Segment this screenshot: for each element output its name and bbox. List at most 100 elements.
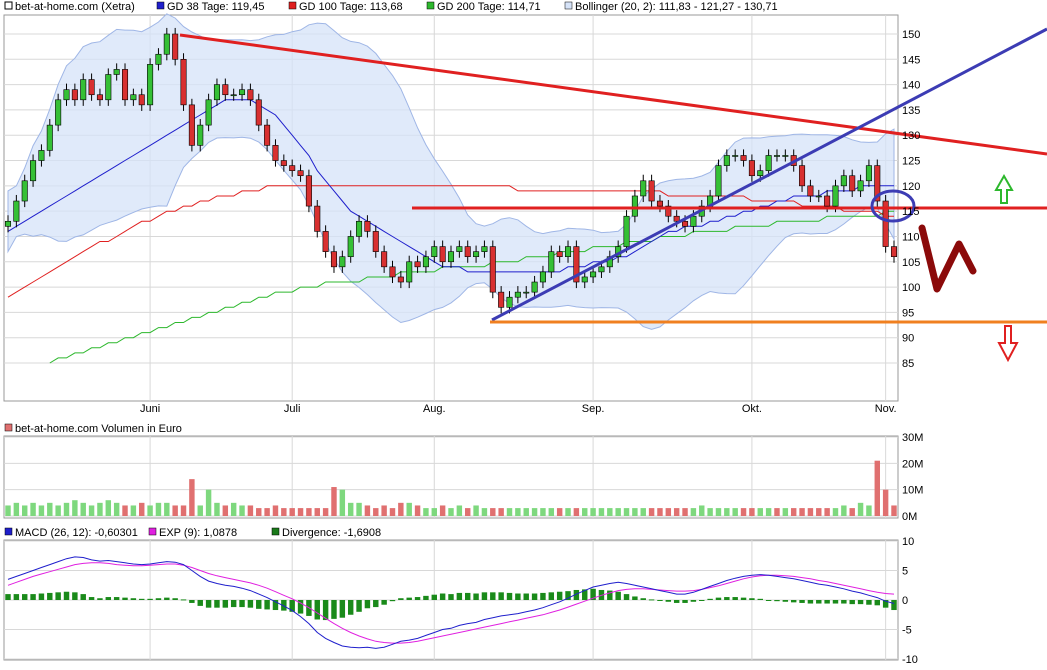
volume-bar [882, 489, 889, 516]
volume-bar [673, 508, 680, 516]
volume-bar [256, 508, 262, 516]
divergence-bar [264, 600, 270, 610]
divergence-bar [749, 598, 755, 600]
volume-bar [439, 505, 446, 516]
candle [740, 155, 747, 161]
candle [556, 251, 563, 258]
volume-bar [431, 508, 437, 516]
candle [581, 276, 588, 283]
volume-bar [281, 508, 287, 516]
candle [213, 84, 220, 101]
price-legend: bet-at-home.com (Xetra) GD 38 Tage: 119,… [4, 1, 778, 13]
volume-bar [398, 502, 404, 516]
candle [339, 256, 346, 268]
volume-bar [63, 502, 70, 516]
macd-axis-labels: 10 5 0 -5 -10 [902, 536, 918, 666]
volume-bar [531, 508, 538, 516]
divergence-bar [807, 600, 814, 604]
volume-bar [866, 505, 872, 516]
volume-bar [373, 508, 379, 516]
volume-bar [297, 508, 304, 516]
volume-swatch [4, 423, 13, 432]
legend-stock: bet-at-home.com (Xetra) [15, 1, 135, 13]
legend-swatch-gd200 [426, 1, 435, 10]
volume-bar [782, 508, 789, 516]
legend-exp: EXP (9): 1,0878 [159, 527, 237, 539]
volume-bar [573, 508, 580, 516]
candle [782, 155, 789, 157]
volume-bar [515, 508, 521, 516]
volume-bar [347, 502, 354, 516]
candle [4, 220, 12, 227]
y-tick-label: 140 [902, 80, 920, 92]
volume-bar [13, 502, 20, 516]
divergence-bar [790, 600, 797, 603]
candle [523, 291, 530, 294]
candle [464, 246, 471, 258]
volume-bar [632, 508, 638, 516]
volume-bar [665, 508, 672, 516]
volume-bar [623, 508, 630, 516]
candle [640, 180, 647, 197]
divergence-bar [481, 592, 488, 600]
candle [30, 160, 37, 182]
volume-axis-labels: 30M 20M 10M 0M [902, 432, 923, 523]
divergence-bar [55, 592, 61, 600]
candle [807, 185, 814, 197]
legend-swatch-gd38 [156, 1, 165, 10]
candle [422, 256, 429, 268]
y-tick-label: 105 [902, 257, 920, 269]
volume-bar [180, 505, 187, 516]
y-tick-label: 10 [902, 536, 914, 548]
volume-bar [172, 505, 178, 516]
volume-bar [147, 505, 153, 516]
volume-bar [774, 508, 780, 516]
volume-bar [757, 508, 763, 516]
volume-bar [22, 505, 28, 516]
divergence-bar [866, 600, 872, 605]
divergence-bar [155, 598, 162, 600]
candle [682, 220, 689, 227]
divergence-bar [164, 597, 170, 600]
candle [473, 251, 480, 258]
divergence-bar [247, 600, 254, 608]
candle [723, 155, 730, 166]
divergence-bar [841, 600, 847, 604]
y-tick-label: 85 [902, 358, 914, 370]
divergence-bar [13, 594, 20, 600]
y-tick-label: 125 [902, 156, 920, 168]
candle [322, 231, 329, 252]
volume-bar [339, 489, 346, 516]
divergence-bar [63, 591, 70, 600]
candle [439, 246, 446, 263]
x-tick-label: Juli [284, 403, 301, 415]
volume-bar [97, 502, 103, 516]
volume-bar [155, 502, 162, 516]
volume-bar [841, 505, 847, 516]
volume-bar [832, 508, 839, 516]
volume-bar [331, 487, 337, 516]
x-tick-label: Juni [140, 403, 160, 415]
volume-bar [790, 508, 797, 516]
candle [372, 231, 379, 252]
candle [414, 261, 421, 268]
volume-bar [80, 502, 86, 516]
divergence-bar [331, 600, 337, 619]
divergence-bar [707, 598, 713, 600]
volume-bar [189, 479, 195, 516]
volume-bar [389, 508, 396, 516]
divergence-bar [72, 592, 78, 600]
candle [297, 170, 304, 177]
volume-bar [490, 508, 496, 516]
price-panel: 859095100105110115120125130135140145150 … [3, 13, 1047, 415]
divergence-bar [657, 600, 663, 601]
divergence-bar [347, 600, 354, 615]
volume-bar [682, 508, 688, 516]
legend-swatch-divergence [271, 527, 280, 536]
candle [222, 84, 229, 96]
divergence-bar [22, 594, 28, 600]
legend-macd: MACD (26, 12): -0,60301 [15, 527, 138, 539]
volume-bar [799, 508, 805, 516]
candle [890, 246, 898, 258]
divergence-bar [105, 597, 112, 600]
